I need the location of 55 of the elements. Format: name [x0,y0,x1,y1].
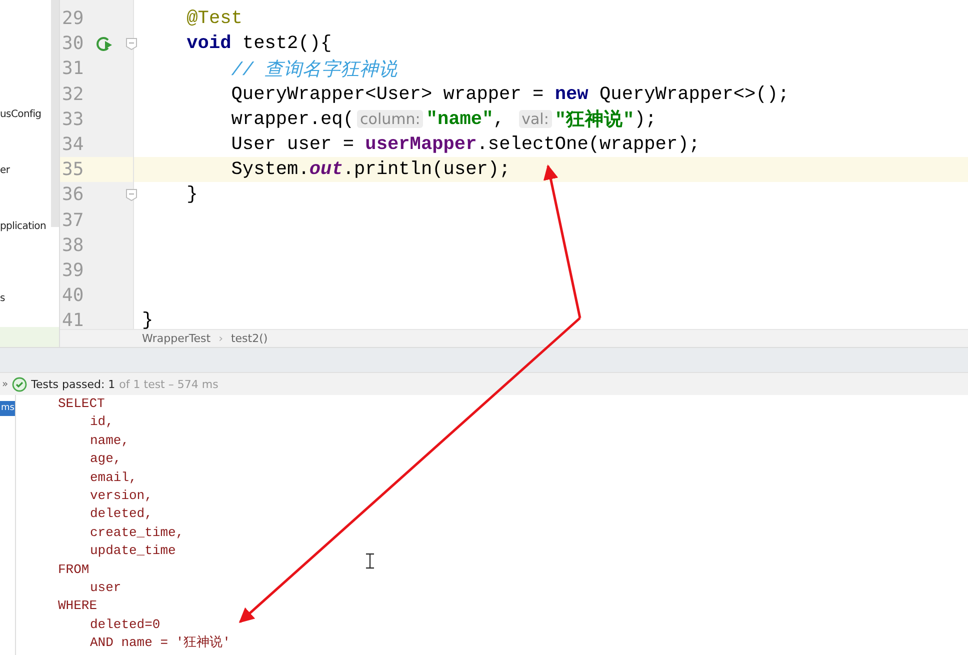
line-number: 34 [61,134,85,156]
test-detail: of 1 test – 574 ms [119,378,218,390]
scrollbar[interactable] [51,0,59,227]
parameter-hint: column: [357,110,424,128]
console-line: WHERE [58,597,98,616]
line-number: 41 [61,310,85,330]
line-number: 40 [61,285,85,306]
duration-label: ms [0,401,16,416]
fold-icon[interactable] [126,38,137,50]
code-line: System.out.println(user); [230,159,510,180]
parameter-hint: val: [518,110,552,128]
line-number: 30 [61,33,85,54]
console-line: email, [90,468,138,487]
console-line: name, [90,432,130,450]
line-number: 32 [61,84,85,105]
tree-item[interactable]: pplication [0,220,46,233]
console-line: SELECT [58,395,106,413]
console-line: age, [90,450,122,468]
line-number: 33 [61,108,85,130]
code-line: User user = userMapper.selectOne(wrapper); [230,134,700,156]
tree-item[interactable]: usConfig [0,108,42,121]
line-number: 38 [61,234,85,256]
tree-item[interactable]: er [0,164,10,177]
line-number: 36 [61,184,85,206]
test-status: Tests passed: 1 [31,378,116,390]
check-circle-icon [12,376,28,392]
code-line: void test2(){ [186,33,332,54]
fold-icon[interactable] [126,188,137,201]
text-cursor-icon [365,553,375,569]
console-line: id, [90,413,114,432]
console-line: user [90,578,122,597]
code-line: @Test [186,8,242,30]
console-line: deleted=0 [90,616,162,634]
code-line: } [141,310,154,330]
run-icon[interactable] [95,34,113,53]
code-line: // 查询名字狂神说 [230,58,398,82]
code-line: } [186,184,198,206]
breadcrumb-item[interactable]: WrapperTest [142,332,211,346]
line-number: 39 [61,260,85,281]
console-line: deleted, [90,505,154,524]
code-line: QueryWrapper<User> wrapper = new QueryWrapper<>(); [230,84,790,105]
line-number: 29 [61,8,85,30]
line-number: 35 [61,159,85,180]
console-line: update_time [90,542,177,560]
console-line: create_time, [90,524,185,542]
line-number: 37 [61,210,85,231]
breadcrumb-item[interactable]: test2() [230,332,268,346]
console-line: FROM [58,560,90,579]
console-line: version, [90,486,154,505]
console-line: AND name = '狂神说' [90,634,230,652]
tree-item[interactable]: s [0,292,5,305]
code-line: wrapper.eq( column: "name", val: "狂神说"); [230,108,657,132]
expand-toggle[interactable]: » [2,378,8,390]
breadcrumb-separator: › [218,332,223,346]
line-number: 31 [61,58,85,80]
